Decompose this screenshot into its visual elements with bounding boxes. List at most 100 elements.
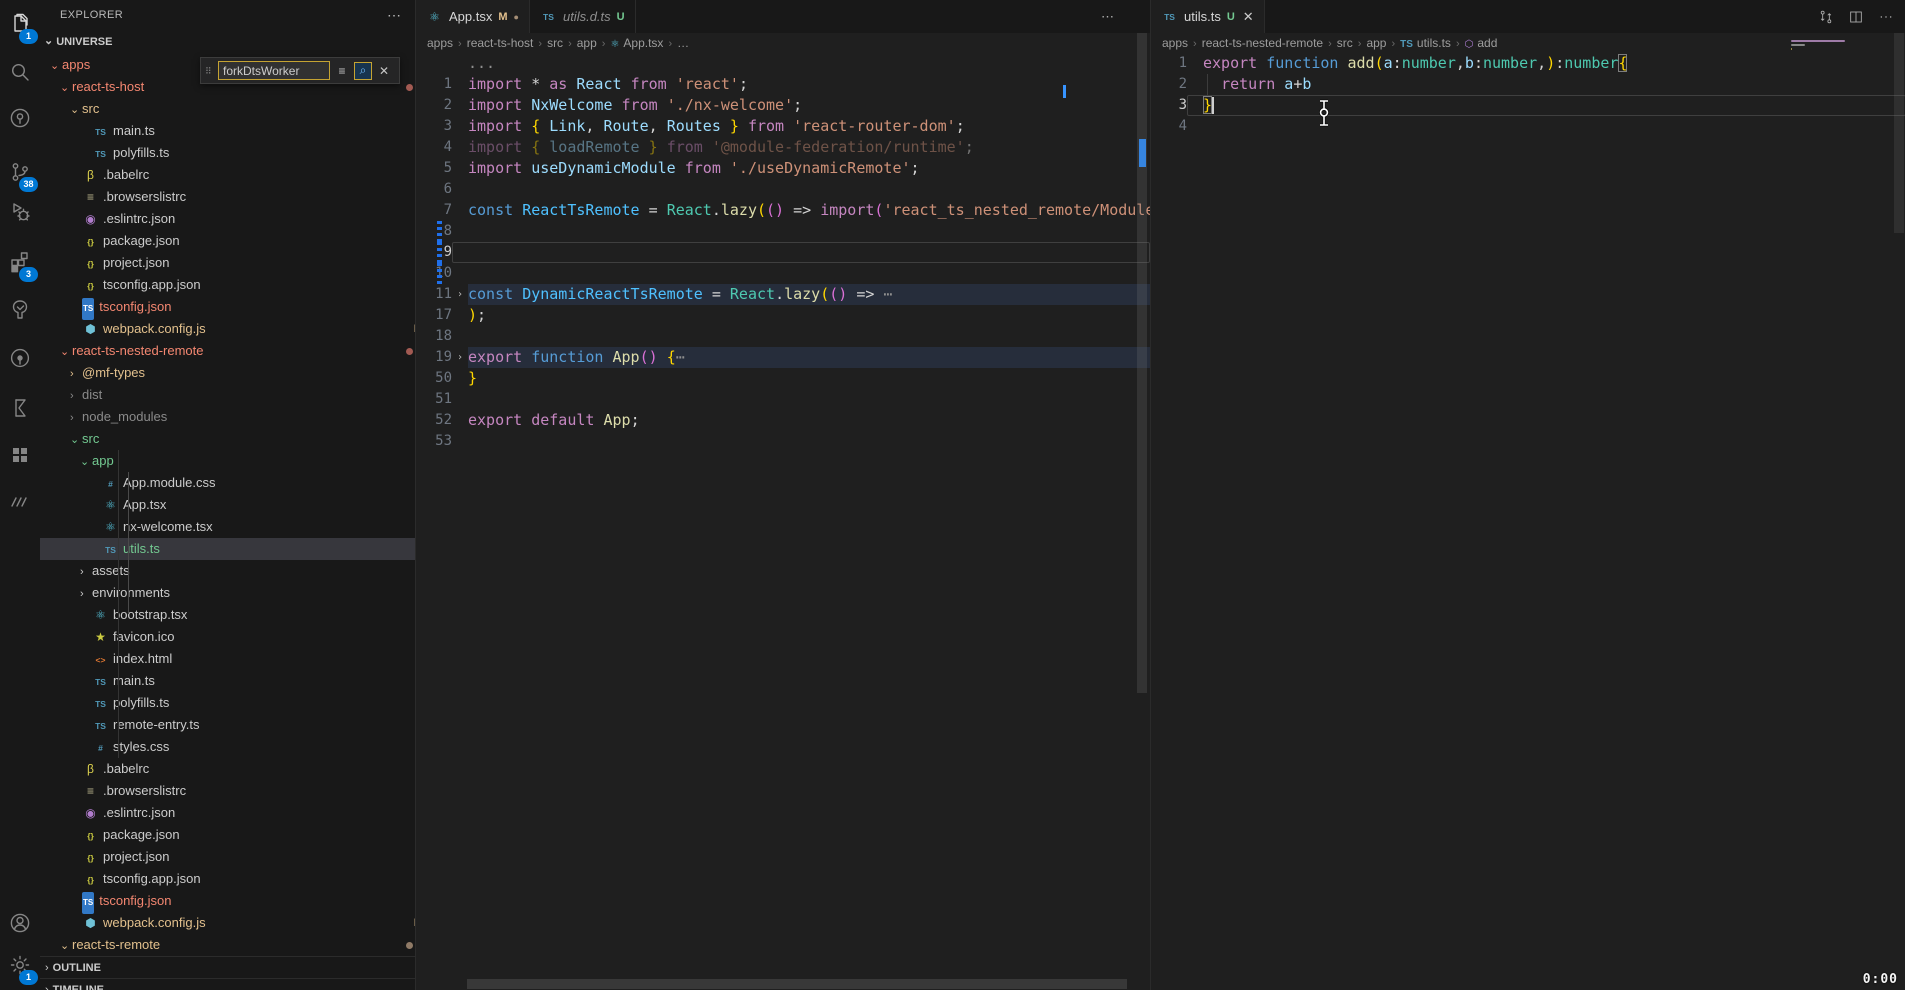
breadcrumb-item[interactable]: TSutils.ts: [1400, 36, 1451, 50]
tree-item--eslintrc-json[interactable]: ◉.eslintrc.json: [40, 802, 416, 824]
tree-item-tsconfig-app-json[interactable]: {}tsconfig.app.json: [40, 868, 416, 890]
code-line-52[interactable]: 52export default App;: [416, 410, 1150, 431]
code-line-5[interactable]: 5import useDynamicModule from './useDyna…: [416, 158, 1150, 179]
tree-item-tsconfig-json[interactable]: TStsconfig.json1: [40, 296, 416, 318]
breadcrumb-item[interactable]: ⚛App.tsx: [610, 36, 663, 50]
code-line-3[interactable]: 3import { Link, Route, Routes } from 're…: [416, 116, 1150, 137]
breadcrumb-item[interactable]: app: [1366, 36, 1386, 50]
code-line-1[interactable]: 1export function add(a:number,b:number,)…: [1151, 53, 1905, 74]
fold-chevron-icon[interactable]: ›: [457, 289, 463, 300]
vertical-scrollbar-left[interactable]: [1137, 33, 1147, 693]
tree-item-main-ts[interactable]: TSmain.ts: [40, 120, 416, 142]
fuzzy-filter-toggle-icon[interactable]: ⌕: [354, 62, 372, 80]
hexagon-k-icon[interactable]: [0, 386, 40, 430]
filter-lines-icon[interactable]: ≡: [333, 62, 351, 80]
breadcrumb-item[interactable]: app: [577, 36, 597, 50]
code-line-7[interactable]: 7const ReactTsRemote = React.lazy(() => …: [416, 200, 1150, 221]
sidebar-panel-outline[interactable]: ›OUTLINE: [40, 956, 415, 978]
code-line-19[interactable]: 19›export function App() {⋯: [416, 347, 1150, 368]
sidebar-panel-timeline[interactable]: ›TIMELINE: [40, 978, 415, 990]
tree-find-input[interactable]: [218, 61, 330, 80]
code-line-11[interactable]: 11›const DynamicReactTsRemote = React.la…: [416, 284, 1150, 305]
tree-item--eslintrc-json[interactable]: ◉.eslintrc.json: [40, 208, 416, 230]
sidebar-more-icon[interactable]: ⋯: [387, 0, 401, 30]
code-line-4[interactable]: 4import { loadRemote } from '@module-fed…: [416, 137, 1150, 158]
tree-item-app-module-css[interactable]: #App.module.css: [40, 472, 416, 494]
vertical-scrollbar-right[interactable]: [1894, 33, 1904, 233]
source-control-icon[interactable]: 38: [0, 150, 40, 194]
tree-item-main-ts[interactable]: TSmain.ts: [40, 670, 416, 692]
tree-item-environments[interactable]: ›environments: [40, 582, 416, 604]
tree-item-bootstrap-tsx[interactable]: ⚛bootstrap.tsx: [40, 604, 416, 626]
explorer-icon[interactable]: 1: [0, 2, 40, 46]
search-icon[interactable]: [0, 50, 40, 94]
breadcrumb-item[interactable]: apps: [1162, 36, 1188, 50]
debug-icon[interactable]: [0, 190, 40, 234]
code-line-51[interactable]: 51: [416, 389, 1150, 410]
extensions-icon[interactable]: 3: [0, 240, 40, 284]
code-line-hint[interactable]: ...: [416, 53, 1150, 74]
tree-item-webpack-config-js[interactable]: ⬢webpack.config.jsM: [40, 318, 416, 340]
tree-item--browserslistrc[interactable]: ≡.browserslistrc: [40, 186, 416, 208]
breadcrumb-item[interactable]: src: [547, 36, 563, 50]
tree-item-webpack-config-js[interactable]: ⬢webpack.config.jsM: [40, 912, 416, 934]
tree-item-app-tsx[interactable]: ⚛App.tsx: [40, 494, 416, 516]
tree-item-index-html[interactable]: <>index.html: [40, 648, 416, 670]
tree-item-styles-css[interactable]: #styles.css: [40, 736, 416, 758]
fold-chevron-icon[interactable]: ›: [457, 352, 463, 363]
tree-item-src[interactable]: ⌄src: [40, 428, 416, 450]
tree-item-project-json[interactable]: {}project.json: [40, 252, 416, 274]
code-editor-right[interactable]: 1export function add(a:number,b:number,)…: [1151, 53, 1905, 137]
grid-icon[interactable]: [0, 433, 40, 477]
unsaved-dot-icon[interactable]: ●: [514, 12, 519, 22]
tab-utils-d-ts[interactable]: TSutils.d.tsU: [530, 0, 636, 33]
tree-item-project-json[interactable]: {}project.json: [40, 846, 416, 868]
tree-item-package-json[interactable]: {}package.json: [40, 824, 416, 846]
code-line-18[interactable]: 18: [416, 326, 1150, 347]
settings-gear-icon[interactable]: 1: [0, 943, 40, 987]
drag-handle-icon[interactable]: ⠿: [205, 67, 215, 75]
tree-item-package-json[interactable]: {}package.json: [40, 230, 416, 252]
run-circle-icon[interactable]: [0, 96, 40, 140]
tree-item-favicon-ico[interactable]: ★favicon.ico: [40, 626, 416, 648]
more-actions-icon[interactable]: [1878, 9, 1894, 25]
tree-item--babelrc[interactable]: β.babelrc: [40, 758, 416, 780]
code-line-8[interactable]: 8: [416, 221, 1150, 242]
tree-item-src[interactable]: ⌄src: [40, 98, 416, 120]
tree-item-remote-entry-ts[interactable]: TSremote-entry.ts: [40, 714, 416, 736]
tree-item--babelrc[interactable]: β.babelrc: [40, 164, 416, 186]
tree-item--mf-types[interactable]: ›@mf-types: [40, 362, 416, 384]
tab-close-icon[interactable]: ✕: [1243, 9, 1254, 25]
tab-utils-ts[interactable]: TSutils.tsU✕: [1151, 0, 1265, 33]
tree-item-polyfills-ts[interactable]: TSpolyfills.ts: [40, 142, 416, 164]
tree-item-nx-welcome-tsx[interactable]: ⚛nx-welcome.tsx: [40, 516, 416, 538]
breadcrumb-item[interactable]: src: [1337, 36, 1353, 50]
minimap-right[interactable]: [1791, 40, 1865, 56]
horizontal-scrollbar-left[interactable]: [467, 979, 1127, 989]
tree-item-react-ts-nested-remote[interactable]: ⌄react-ts-nested-remote: [40, 340, 416, 362]
code-line-4[interactable]: 4: [1151, 116, 1905, 137]
code-line-2[interactable]: 2import NxWelcome from './nx-welcome';: [416, 95, 1150, 116]
breadcrumb-item[interactable]: ⬡add: [1465, 36, 1498, 50]
tree-item-assets[interactable]: ›assets: [40, 560, 416, 582]
editor-group-left[interactable]: ⚛App.tsxM●TSutils.d.tsU ⋯ apps›react-ts-…: [416, 0, 1150, 990]
tree-item-react-ts-remote[interactable]: ⌄react-ts-remote: [40, 934, 416, 956]
find-close-icon[interactable]: ✕: [375, 62, 393, 80]
tree-item-node-modules[interactable]: ›node_modules: [40, 406, 416, 428]
editor-group-right[interactable]: TSutils.tsU✕ apps›react-ts-nested-remote…: [1150, 0, 1905, 990]
tree-item-tsconfig-json[interactable]: TStsconfig.json2: [40, 890, 416, 912]
code-line-1[interactable]: 1import * as React from 'react';: [416, 74, 1150, 95]
tree-item-tsconfig-app-json[interactable]: {}tsconfig.app.json: [40, 274, 416, 296]
tree-item-dist[interactable]: ›dist: [40, 384, 416, 406]
code-line-53[interactable]: 53: [416, 431, 1150, 452]
tree-item--browserslistrc[interactable]: ≡.browserslistrc: [40, 780, 416, 802]
breadcrumb-item[interactable]: apps: [427, 36, 453, 50]
open-changes-icon[interactable]: [1818, 9, 1834, 25]
testing-tree-icon[interactable]: [0, 288, 40, 332]
code-line-50[interactable]: 50}: [416, 368, 1150, 389]
split-editor-icon[interactable]: [1848, 9, 1864, 25]
breadcrumb-right[interactable]: apps›react-ts-nested-remote›src›app›TSut…: [1162, 33, 1497, 53]
code-line-3[interactable]: 3}: [1151, 95, 1905, 116]
breadcrumb-item[interactable]: react-ts-host: [467, 36, 534, 50]
code-line-6[interactable]: 6: [416, 179, 1150, 200]
